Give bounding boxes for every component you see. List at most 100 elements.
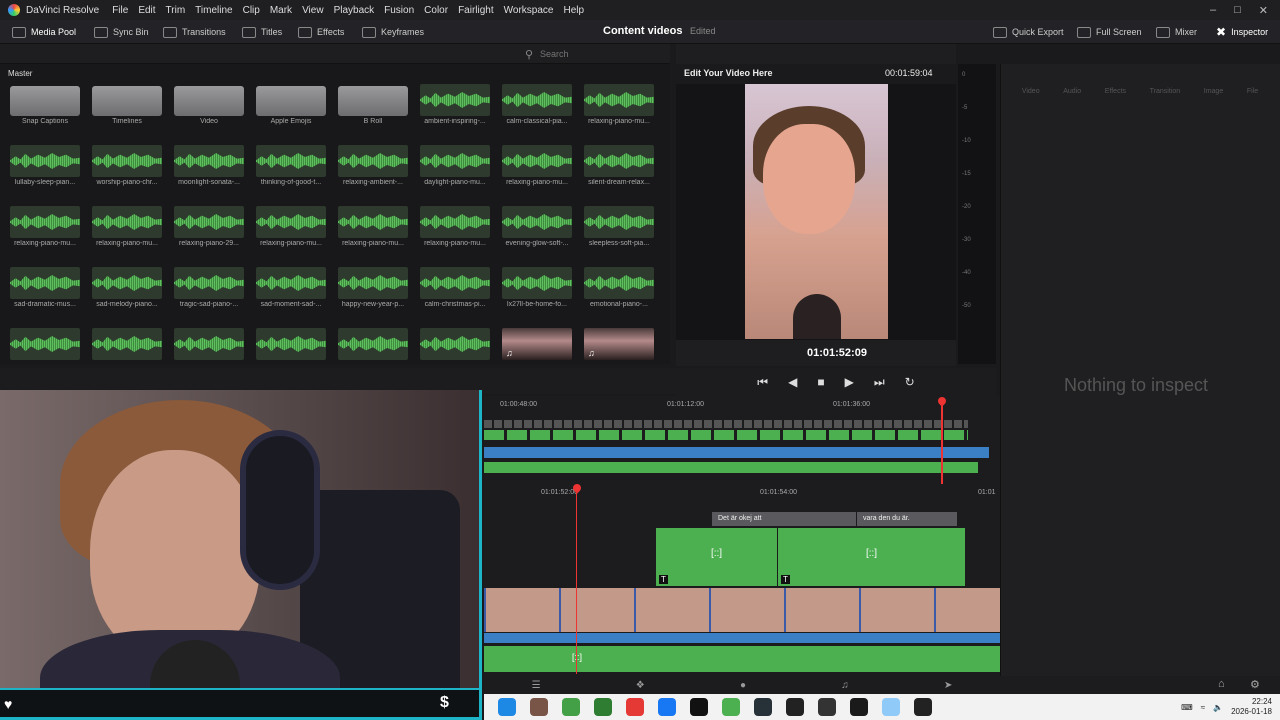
media-clip[interactable]: B Roll xyxy=(332,84,414,145)
keyboard-icon[interactable]: ⌨ xyxy=(1181,703,1193,712)
media-clip[interactable]: emotional-piano-... xyxy=(578,267,660,328)
media-clip[interactable]: sad-melody-piano... xyxy=(86,267,168,328)
tab-file[interactable]: File xyxy=(1247,68,1258,98)
close-icon[interactable]: ✕ xyxy=(1259,4,1268,17)
menu-view[interactable]: View xyxy=(297,5,329,16)
tab-video[interactable]: Video xyxy=(1022,68,1040,98)
app-icon[interactable] xyxy=(594,698,612,716)
media-clip[interactable]: relaxing-piano-mu... xyxy=(332,206,414,267)
last-frame-icon[interactable]: ⏭ xyxy=(874,375,885,390)
menu-color[interactable]: Color xyxy=(419,5,453,16)
title-clip[interactable]: [::] T xyxy=(656,528,778,586)
menu-workspace[interactable]: Workspace xyxy=(499,5,559,16)
tab-effects[interactable]: Effects xyxy=(1105,68,1126,98)
tab-audio[interactable]: Audio xyxy=(1063,68,1081,98)
app-icon[interactable] xyxy=(914,698,932,716)
facebook-icon[interactable] xyxy=(658,698,676,716)
menu-clip[interactable]: Clip xyxy=(238,5,265,16)
reverse-icon[interactable]: ◀ xyxy=(788,375,797,389)
app-icon[interactable] xyxy=(722,698,740,716)
full-screen-button[interactable]: Full Screen xyxy=(1077,20,1142,44)
media-clip[interactable]: worship-piano-chr... xyxy=(86,145,168,206)
menu-timeline[interactable]: Timeline xyxy=(190,5,237,16)
quick-export-button[interactable]: Quick Export xyxy=(993,20,1064,44)
media-clip[interactable]: ambient-inspiring-... xyxy=(414,84,496,145)
media-clip[interactable]: relaxing-piano-mu... xyxy=(86,206,168,267)
tab-transition[interactable]: Transition xyxy=(1150,68,1180,98)
app-icon[interactable] xyxy=(530,698,548,716)
media-clip[interactable]: relaxing-piano-mu... xyxy=(496,145,578,206)
media-clip[interactable]: silent-dream-relax... xyxy=(578,145,660,206)
mixer-button[interactable]: Mixer xyxy=(1156,20,1197,44)
video-track[interactable] xyxy=(484,588,1000,632)
media-clip[interactable]: thinking-of-good-t... xyxy=(250,145,332,206)
media-clip[interactable]: Video xyxy=(168,84,250,145)
wifi-icon[interactable]: ≈ xyxy=(1201,703,1205,712)
media-clip[interactable]: Snap Captions xyxy=(4,84,86,145)
media-clip[interactable]: sleepless-soft-pia... xyxy=(578,206,660,267)
menu-mark[interactable]: Mark xyxy=(265,5,297,16)
upper-playhead[interactable] xyxy=(941,400,943,484)
media-clip[interactable]: daylight-piano-mu... xyxy=(414,145,496,206)
menu-fusion[interactable]: Fusion xyxy=(379,5,419,16)
app-icon[interactable] xyxy=(786,698,804,716)
viewer-title[interactable]: Edit Your Video Here xyxy=(684,68,773,78)
media-clip[interactable]: moonlight-sonata-... xyxy=(168,145,250,206)
menu-playback[interactable]: Playback xyxy=(329,5,380,16)
minimize-icon[interactable]: – xyxy=(1210,4,1216,16)
media-clip[interactable]: tragic-sad-piano-... xyxy=(168,267,250,328)
clock[interactable]: 22:24 2026-01-18 xyxy=(1231,697,1272,717)
cut-page-icon[interactable]: ☰ xyxy=(532,680,541,691)
search-input[interactable] xyxy=(540,47,625,61)
subtitle-clip[interactable]: vara den du är. xyxy=(857,512,957,526)
menu-trim[interactable]: Trim xyxy=(161,5,191,16)
loop-icon[interactable]: ↻ xyxy=(905,375,915,389)
home-icon[interactable]: ⌂ xyxy=(1218,678,1225,690)
media-clip[interactable]: lx27ll-be-home-fo... xyxy=(496,267,578,328)
media-clip[interactable]: relaxing-piano-mu... xyxy=(4,206,86,267)
inspector-button[interactable]: ✖ Inspector xyxy=(1216,20,1268,44)
keyframes-button[interactable]: Keyframes xyxy=(362,20,424,44)
app-icon[interactable] xyxy=(818,698,836,716)
deliver-page-icon[interactable]: ➤ xyxy=(944,680,952,691)
media-clip[interactable]: relaxing-ambient-... xyxy=(332,145,414,206)
media-clip[interactable]: relaxing-piano-mu... xyxy=(250,206,332,267)
media-clip[interactable]: sad-dramatic-mus... xyxy=(4,267,86,328)
lower-playhead[interactable] xyxy=(576,488,577,674)
bin-name[interactable]: Master xyxy=(0,64,670,84)
play-icon[interactable]: ▶ xyxy=(845,375,854,389)
audio-waveform-track[interactable] xyxy=(484,633,1000,643)
edge-icon[interactable] xyxy=(498,698,516,716)
media-clip[interactable]: sad-moment-sad-... xyxy=(250,267,332,328)
tab-image[interactable]: Image xyxy=(1204,68,1223,98)
media-clip[interactable]: happy-new-year-p... xyxy=(332,267,414,328)
volume-icon[interactable]: 🔈 xyxy=(1213,703,1223,712)
fusion-page-icon[interactable]: ❖ xyxy=(636,680,645,691)
media-clip[interactable]: calm-classical-pia... xyxy=(496,84,578,145)
effects-button[interactable]: Effects xyxy=(298,20,344,44)
transitions-button[interactable]: Transitions xyxy=(163,20,226,44)
media-pool-button[interactable]: Media Pool xyxy=(12,20,76,44)
media-clip[interactable]: Apple Emojis xyxy=(250,84,332,145)
davinci-taskbar-icon[interactable] xyxy=(850,698,868,716)
menu-edit[interactable]: Edit xyxy=(133,5,160,16)
fairlight-page-icon[interactable]: ♫ xyxy=(841,680,849,691)
menu-help[interactable]: Help xyxy=(558,5,589,16)
sync-bin-button[interactable]: Sync Bin xyxy=(94,20,149,44)
media-clip[interactable]: Timelines xyxy=(86,84,168,145)
color-page-icon[interactable]: ● xyxy=(740,680,746,691)
menu-file[interactable]: File xyxy=(107,5,133,16)
app-icon[interactable] xyxy=(562,698,580,716)
media-clip[interactable]: relaxing-piano-mu... xyxy=(414,206,496,267)
media-clip[interactable]: relaxing-piano-mu... xyxy=(578,84,660,145)
app-icon[interactable] xyxy=(754,698,772,716)
menu-fairlight[interactable]: Fairlight xyxy=(453,5,499,16)
app-icon[interactable] xyxy=(882,698,900,716)
subtitle-clip[interactable]: Det är okej att xyxy=(712,512,856,526)
titles-button[interactable]: Titles xyxy=(242,20,282,44)
first-frame-icon[interactable]: ⏮ xyxy=(757,375,768,390)
media-clip[interactable]: lullaby-sleep-pian... xyxy=(4,145,86,206)
media-clip[interactable]: calm-christmas-pi... xyxy=(414,267,496,328)
music-track[interactable]: [::] xyxy=(484,646,1000,672)
youtube-icon[interactable] xyxy=(626,698,644,716)
